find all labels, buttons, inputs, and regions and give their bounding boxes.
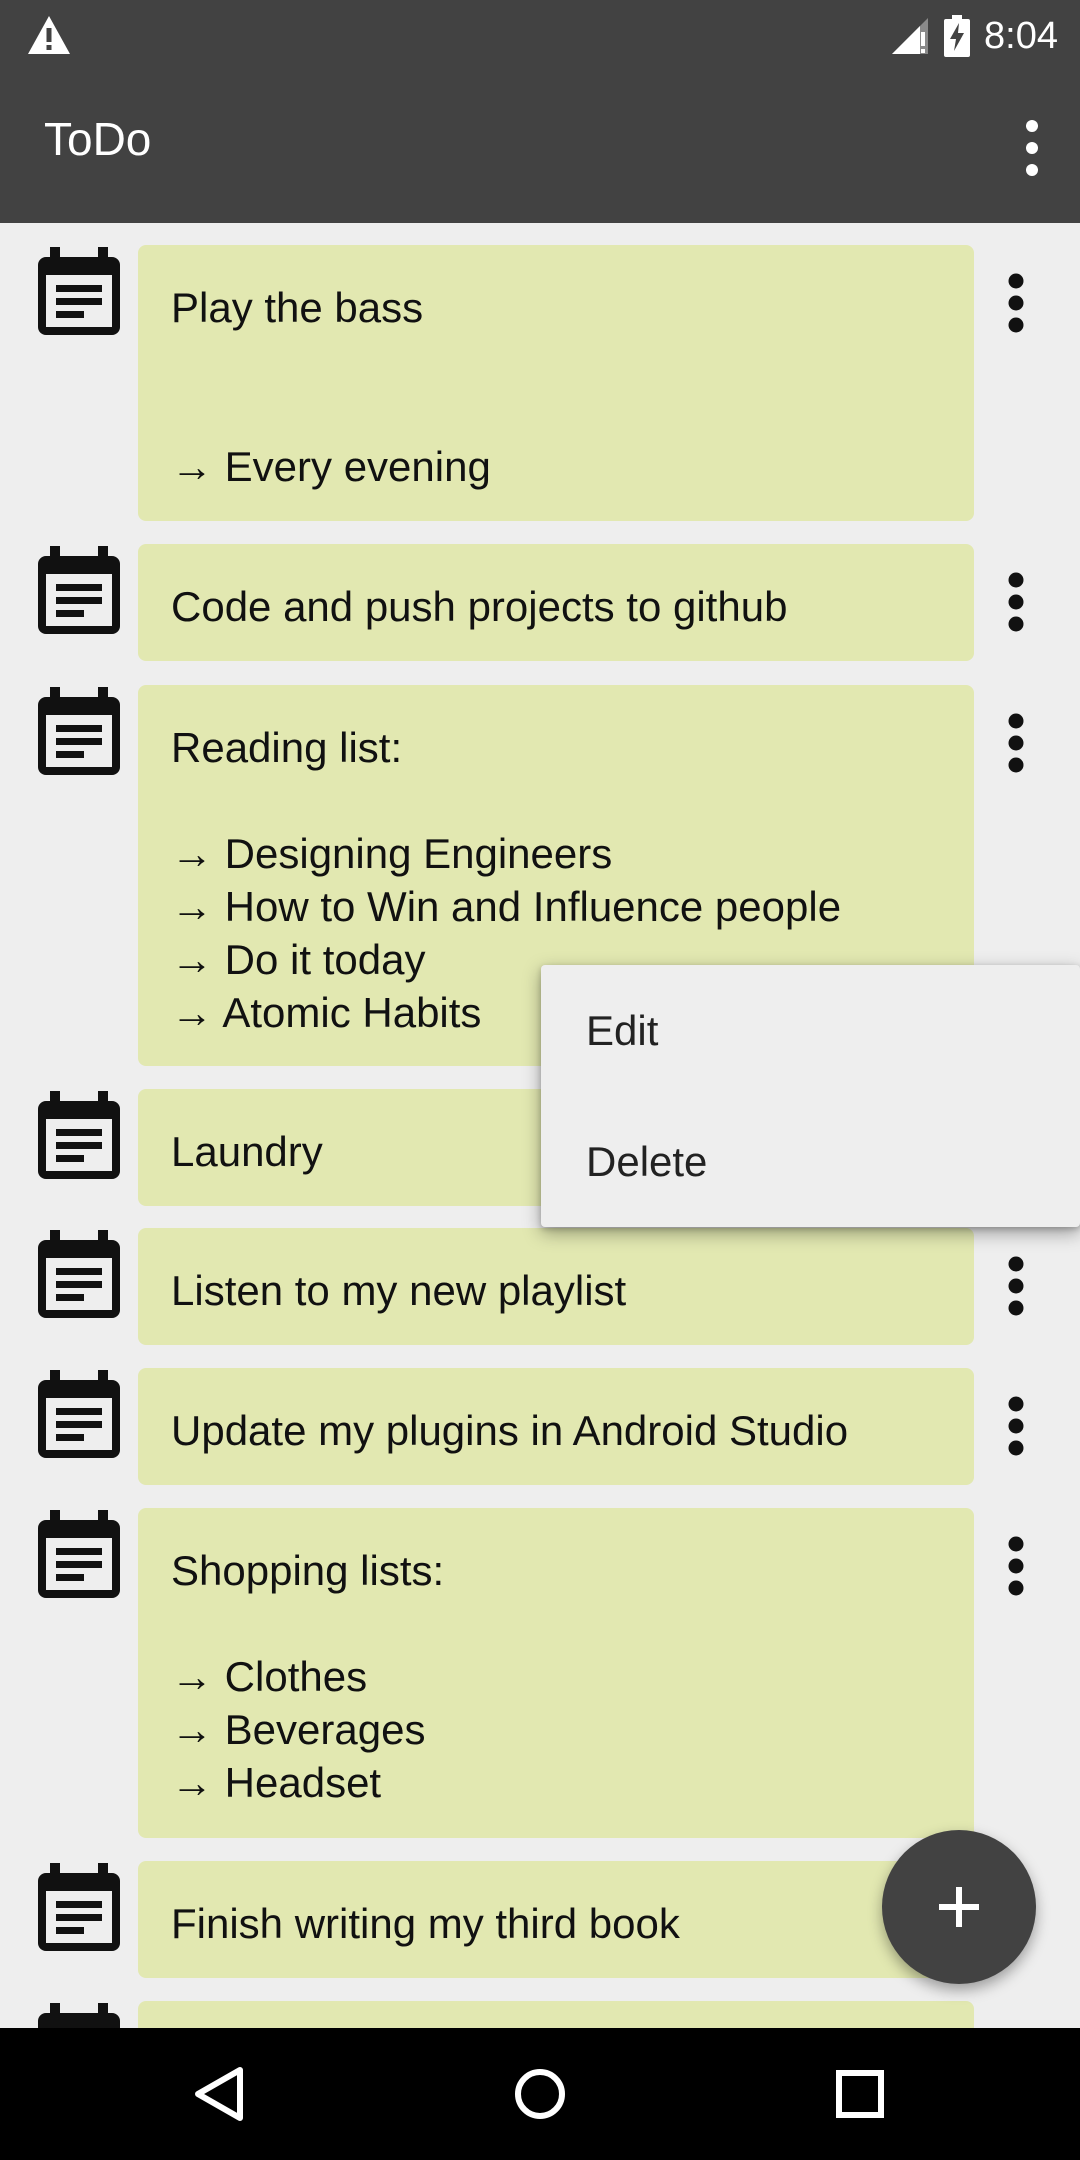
todo-text-line: → Beverages <box>171 1706 426 1753</box>
signal-icon <box>892 18 929 54</box>
calendar-note-icon <box>34 1861 124 1955</box>
plus-icon <box>939 1887 979 1927</box>
calendar-note-icon <box>34 1228 124 1322</box>
todo-card[interactable]: Play the bass → Every evening <box>138 245 974 521</box>
todo-blank-line <box>171 334 942 387</box>
todo-text-line: Play the bass <box>171 284 424 331</box>
status-bar: 8:04 <box>0 0 1080 72</box>
calendar-note-icon <box>34 1508 124 1602</box>
item-more-vert-icon[interactable] <box>1006 1536 1026 1596</box>
todo-text-line: Finish writing my third book <box>171 1900 680 1947</box>
todo-blank-line <box>171 387 942 440</box>
todo-text-line: → How to Win and Influence people <box>171 883 842 930</box>
item-more-vert-icon[interactable] <box>1006 1256 1026 1316</box>
todo-text-line: Shopping lists: <box>171 1547 445 1594</box>
delete-menu-item[interactable]: Delete <box>541 1096 1080 1227</box>
todo-card[interactable]: Shopping lists: → Clothes → Beverages → Hea… <box>138 1508 974 1838</box>
warning-icon <box>28 16 70 54</box>
todo-item <box>0 2001 1080 2028</box>
todo-text-line: Reading list: <box>171 724 403 771</box>
calendar-note-icon <box>34 544 124 638</box>
recents-icon[interactable] <box>830 2064 890 2124</box>
calendar-note-icon <box>34 245 124 339</box>
app-title: ToDo <box>44 113 152 165</box>
app-bar: ToDo <box>0 72 1080 223</box>
calendar-note-icon <box>34 1089 124 1183</box>
navigation-bar <box>0 2028 1080 2160</box>
todo-card[interactable]: Update my plugins in Android Studio <box>138 1368 974 1485</box>
todo-text-line: Code and push projects to github <box>171 583 788 630</box>
todo-item: Shopping lists: → Clothes → Beverages → Hea… <box>0 1508 1080 1838</box>
more-vert-icon[interactable] <box>1020 116 1044 180</box>
todo-text-line: Listen to my new playlist <box>171 1267 627 1314</box>
todo-card[interactable]: Listen to my new playlist <box>138 1228 974 1345</box>
todo-blank-line <box>171 1597 942 1650</box>
battery-charging-icon <box>944 15 971 57</box>
back-icon[interactable] <box>190 2064 250 2124</box>
item-more-vert-icon[interactable] <box>1006 273 1026 333</box>
calendar-note-icon <box>34 2001 124 2028</box>
todo-text-line: Update my plugins in Android Studio <box>171 1407 849 1454</box>
todo-item: Play the bass → Every evening <box>0 245 1080 521</box>
todo-text-line: → Every evening <box>171 443 491 490</box>
edit-menu-item[interactable]: Edit <box>541 965 1080 1096</box>
popup-menu: Edit Delete <box>541 965 1080 1227</box>
todo-card[interactable]: Code and push projects to github <box>138 544 974 661</box>
item-more-vert-icon[interactable] <box>1006 572 1026 632</box>
todo-item: Update my plugins in Android Studio <box>0 1368 1080 1485</box>
home-icon[interactable] <box>510 2064 570 2124</box>
todo-text-line: → Headset <box>171 1759 382 1806</box>
item-more-vert-icon[interactable] <box>1006 713 1026 773</box>
item-more-vert-icon[interactable] <box>1006 1396 1026 1456</box>
status-time: 8:04 <box>984 14 1058 57</box>
todo-card[interactable] <box>138 2001 974 2028</box>
todo-card[interactable]: Finish writing my third book <box>138 1861 974 1978</box>
todo-text-line: → Clothes <box>171 1653 368 1700</box>
calendar-note-icon <box>34 1368 124 1462</box>
add-todo-button[interactable] <box>882 1830 1036 1984</box>
todo-item: Code and push projects to github <box>0 544 1080 661</box>
todo-item: Listen to my new playlist <box>0 1228 1080 1345</box>
calendar-note-icon <box>34 685 124 779</box>
todo-text-line: → Designing Engineers <box>171 830 613 877</box>
todo-blank-line <box>171 774 942 827</box>
